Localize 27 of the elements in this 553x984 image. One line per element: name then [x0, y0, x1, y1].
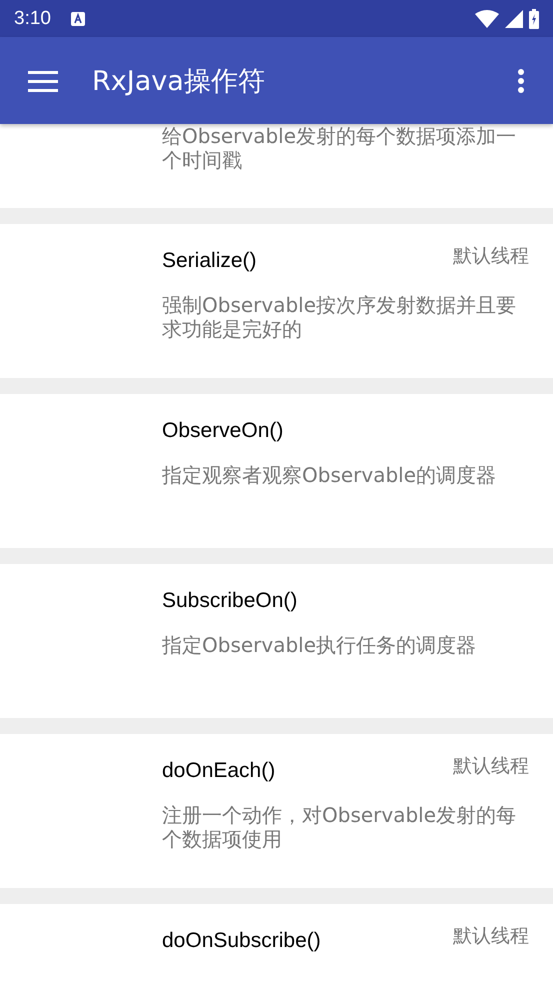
- list-card[interactable]: SubscribeOn() 指定Observable执行任务的调度器: [0, 564, 553, 718]
- app-title: RxJava操作符: [92, 64, 266, 98]
- operator-description: 强制Observable按次序发射数据并且要求功能是完好的: [162, 293, 518, 341]
- thread-label: 默认线程: [453, 924, 529, 949]
- list-card[interactable]: 给Observable发射的每个数据项添加一个时间戳: [0, 124, 553, 208]
- thread-label: 默认线程: [453, 754, 529, 779]
- operator-name: doOnSubscribe(): [162, 929, 321, 953]
- wifi-icon: [475, 10, 499, 28]
- list-card[interactable]: doOnEach() 默认线程 注册一个动作，对Observable发射的每个数据项使用: [0, 734, 553, 888]
- operator-name: SubscribeOn(): [162, 589, 298, 613]
- menu-icon[interactable]: [28, 70, 58, 92]
- operator-description: 指定观察者观察Observable的调度器: [162, 463, 498, 487]
- list-card[interactable]: doOnSubscribe() 默认线程: [0, 904, 553, 984]
- signal-icon: [505, 10, 523, 28]
- operator-name: doOnEach(): [162, 759, 276, 783]
- notification-icon: [70, 12, 85, 26]
- operator-description: 指定Observable执行任务的调度器: [162, 633, 478, 657]
- list-card[interactable]: ObserveOn() 指定观察者观察Observable的调度器: [0, 394, 553, 548]
- list-card[interactable]: Serialize() 默认线程 强制Observable按次序发射数据并且要求功能是完好的: [0, 224, 553, 378]
- operator-description: 注册一个动作，对Observable发射的每个数据项使用: [162, 803, 518, 851]
- battery-icon: [529, 8, 539, 28]
- operator-description: 给Observable发射的每个数据项添加一个时间戳: [162, 124, 518, 172]
- more-options-icon[interactable]: [517, 68, 525, 94]
- operator-name: Serialize(): [162, 249, 257, 273]
- clock-time: 3:10: [14, 8, 51, 30]
- operator-name: ObserveOn(): [162, 419, 284, 443]
- thread-label: 默认线程: [453, 244, 529, 269]
